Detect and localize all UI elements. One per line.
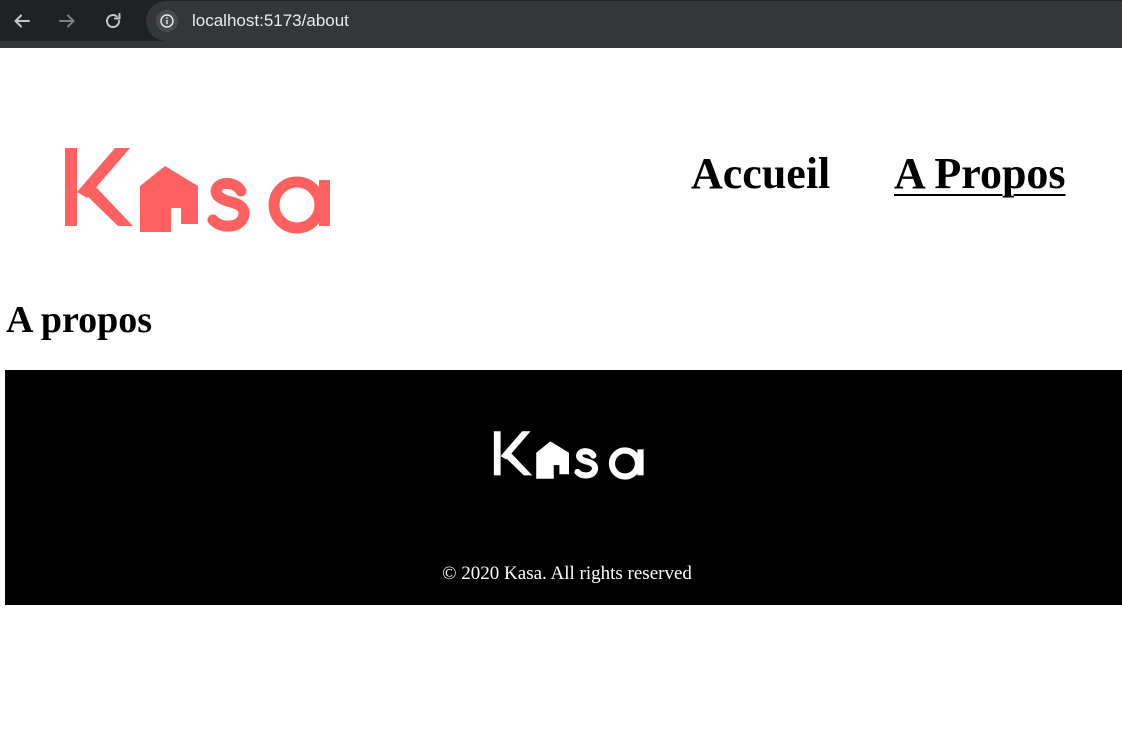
back-button[interactable] [7, 6, 37, 36]
address-bar[interactable]: localhost:5173/about [146, 1, 1122, 41]
url-text[interactable]: localhost:5173/about [192, 10, 349, 32]
page-viewport: Accueil A Propos A propos © 2020 Kasa. A… [0, 48, 1122, 733]
kasa-logo-icon [65, 148, 330, 234]
header-logo[interactable] [63, 144, 333, 241]
site-info-button[interactable] [156, 10, 178, 32]
footer-copyright: © 2020 Kasa. All rights reserved [442, 563, 692, 584]
footer-logo [489, 429, 649, 486]
forward-button[interactable] [52, 6, 82, 36]
nav-link-accueil[interactable]: Accueil [691, 149, 830, 199]
reload-icon [106, 13, 121, 29]
toolbar-divider [0, 41, 1122, 48]
forward-arrow-icon [59, 14, 75, 28]
reload-button[interactable] [98, 6, 128, 36]
kasa-logo-white-icon [493, 431, 644, 480]
site-info-icon [160, 14, 174, 28]
back-arrow-icon [14, 14, 30, 28]
site-footer: © 2020 Kasa. All rights reserved [5, 370, 1122, 605]
page-title: A propos [6, 299, 153, 341]
nav-link-a-propos[interactable]: A Propos [894, 149, 1066, 199]
